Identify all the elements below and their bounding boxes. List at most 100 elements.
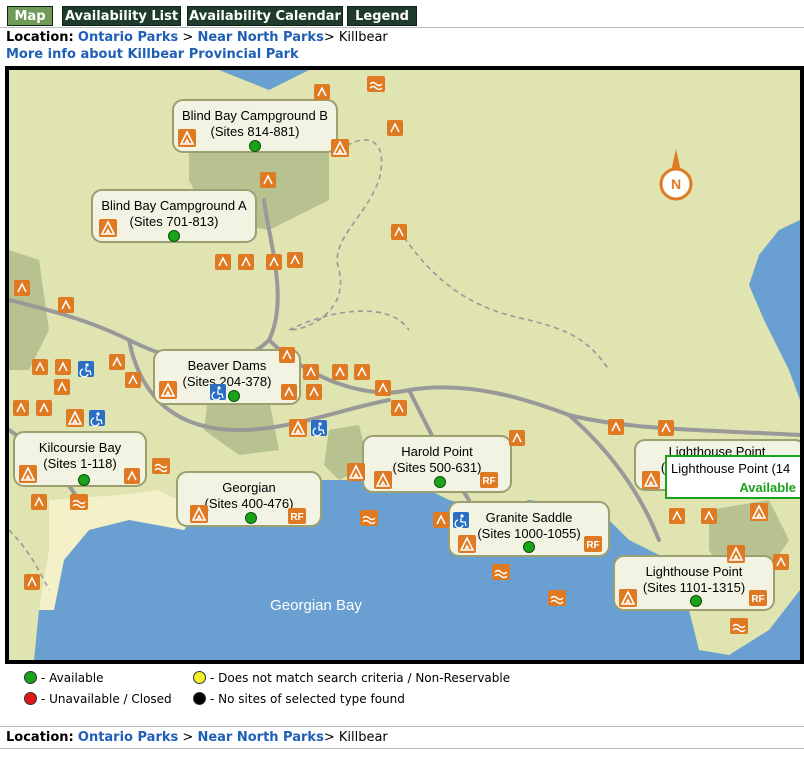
campground-harold-point[interactable]: Harold Point (Sites 500-631) — [362, 435, 512, 493]
building-icon — [54, 358, 72, 376]
accessible-icon — [77, 360, 95, 378]
availability-tooltip: Lighthouse Point (14 Available — [665, 455, 800, 499]
accessible-icon — [209, 383, 227, 401]
gas-icon — [124, 371, 142, 389]
divider — [0, 748, 804, 749]
group-camp-icon — [726, 544, 746, 564]
recycling-icon — [353, 363, 371, 381]
svg-text:(Sites 1101-1315): (Sites 1101-1315) — [643, 580, 745, 595]
rf-icon — [288, 508, 306, 524]
tent-icon — [18, 464, 38, 484]
campground-blind-bay-a[interactable]: Blind Bay Campground A (Sites 701-813) — [91, 189, 257, 243]
campground-georgian[interactable]: Georgian (Sites 400-476) — [176, 471, 322, 527]
info-icon — [386, 119, 404, 137]
breadcrumb-near-north-parks[interactable]: Near North Parks — [197, 30, 323, 45]
group-camp-icon — [346, 462, 366, 482]
campground-lighthouse-point-south[interactable]: Lighthouse Point (Sites 1101-1315) — [613, 555, 775, 611]
group-camp-icon — [288, 418, 308, 438]
tab-map[interactable]: Map — [7, 6, 53, 26]
tent-icon — [98, 218, 118, 238]
amphitheatre-icon — [259, 171, 277, 189]
breadcrumb-near-north-parks[interactable]: Near North Parks — [197, 730, 323, 745]
svg-text:(Sites 1000-1055): (Sites 1000-1055) — [477, 526, 580, 541]
breadcrumb-ontario-parks[interactable]: Ontario Parks — [78, 730, 178, 745]
status-dot-available — [249, 140, 261, 152]
phone-icon — [286, 251, 304, 269]
more-info-link[interactable]: More info about Killbear Provincial Park — [6, 47, 299, 62]
legend-dot-green — [24, 671, 37, 684]
sun-icon — [30, 493, 48, 511]
legend-unavailable: - Unavailable / Closed — [24, 692, 172, 706]
legend-dot-yellow — [193, 671, 206, 684]
gas-icon — [57, 296, 75, 314]
svg-text:Beaver Dams: Beaver Dams — [188, 358, 267, 373]
breadcrumb-current: Killbear — [338, 30, 388, 45]
legend-no-sites: - No sites of selected type found — [193, 692, 405, 706]
washroom-icon — [214, 253, 232, 271]
status-dot-available — [690, 595, 702, 607]
tent-icon — [177, 128, 197, 148]
svg-text:(Sites 814-881): (Sites 814-881) — [211, 124, 300, 139]
phone-icon — [390, 399, 408, 417]
recycling-icon — [237, 253, 255, 271]
rf-icon — [749, 590, 767, 606]
breadcrumb-bottom: Location: Ontario Parks > Near North Par… — [6, 730, 388, 745]
phone-icon — [53, 378, 71, 396]
accessible-icon — [88, 409, 106, 427]
location-label: Location: — [6, 30, 74, 45]
accessible-icon — [310, 419, 328, 437]
location-label: Location: — [6, 730, 74, 745]
status-dot-available — [78, 474, 90, 486]
gas-icon — [374, 379, 392, 397]
accessible-icon — [452, 511, 470, 529]
swimming-icon — [491, 563, 511, 581]
tent-icon — [373, 470, 393, 490]
campground-blind-bay-b[interactable]: Blind Bay Campground B (Sites 814-881) — [172, 99, 338, 153]
svg-text:Available: Available — [739, 480, 796, 495]
swimming-icon — [69, 493, 89, 511]
status-dot-available — [245, 512, 257, 524]
svg-text:Blind Bay Campground A: Blind Bay Campground A — [101, 198, 247, 213]
swimming-icon — [547, 589, 567, 607]
cycling-icon — [668, 507, 686, 525]
swimming-icon — [359, 509, 379, 527]
svg-text:Blind Bay Campground B: Blind Bay Campground B — [182, 108, 328, 123]
campground-granite-saddle[interactable]: Granite Saddle (Sites 1000-1055) — [448, 501, 610, 557]
divider — [0, 726, 804, 727]
park-map[interactable]: RF N Georgian Bay Blind Bay Camp — [5, 66, 804, 664]
rf-icon — [584, 536, 602, 552]
svg-text:(Sites 1-118): (Sites 1-118) — [43, 456, 116, 471]
swimming-icon — [729, 617, 749, 635]
cycling-icon — [13, 279, 31, 297]
legend-available: - Available — [24, 671, 103, 685]
group-camp-icon — [749, 502, 769, 522]
visitor-centre-icon — [432, 511, 450, 529]
svg-text:Granite Saddle: Granite Saddle — [486, 510, 573, 525]
phone-icon — [108, 353, 126, 371]
legend-dot-black — [193, 692, 206, 705]
tab-availability-calendar[interactable]: Availability Calendar — [187, 6, 343, 26]
water-label: Georgian Bay — [270, 597, 362, 614]
group-camp-icon — [65, 408, 85, 428]
group-camp-icon — [330, 138, 350, 158]
picnic-icon — [35, 399, 53, 417]
cycling-icon — [508, 429, 526, 447]
washroom-icon — [331, 363, 349, 381]
tab-availability-list[interactable]: Availability List — [62, 6, 181, 26]
legend-dot-red — [24, 692, 37, 705]
svg-text:Harold Point: Harold Point — [401, 444, 473, 459]
svg-text:Georgian: Georgian — [222, 480, 275, 495]
campground-beaver-dams[interactable]: Beaver Dams (Sites 204-378) — [153, 349, 301, 405]
breadcrumb-ontario-parks[interactable]: Ontario Parks — [78, 30, 178, 45]
tent-icon — [618, 588, 638, 608]
status-dot-available — [228, 390, 240, 402]
dog-icon — [657, 419, 675, 437]
svg-text:Kilcoursie Bay: Kilcoursie Bay — [39, 440, 122, 455]
recycling-icon — [700, 507, 718, 525]
tab-legend[interactable]: Legend — [347, 6, 417, 26]
svg-text:(Sites 204-378): (Sites 204-378) — [183, 374, 272, 389]
hiking-icon — [23, 573, 41, 591]
water-tap-icon — [305, 383, 323, 401]
dump-station-icon — [12, 399, 30, 417]
svg-text:(Sites 400-476): (Sites 400-476) — [205, 496, 294, 511]
